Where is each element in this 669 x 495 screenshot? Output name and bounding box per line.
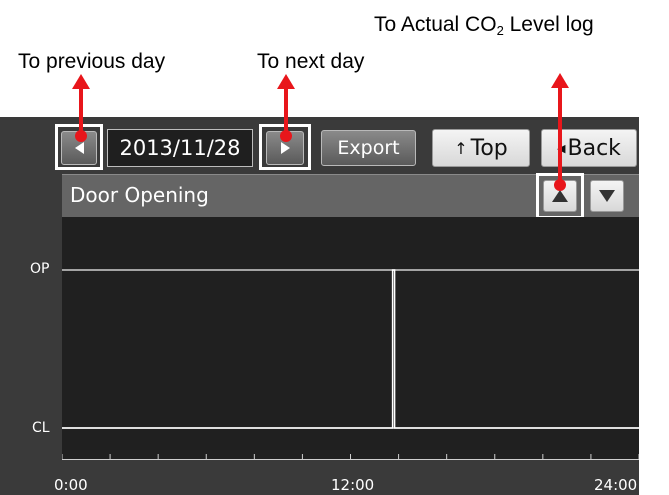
y-axis-gutter: [0, 174, 62, 495]
co2-subscript: 2: [496, 23, 504, 38]
y-tick-cl: CL: [32, 420, 50, 436]
previous-day-arrow: [72, 74, 90, 142]
triangle-down-icon: [599, 190, 615, 202]
x-tick-0: 0:00: [54, 476, 88, 494]
co2-log-callout-suffix: Level log: [503, 13, 594, 36]
top-button-label: Top: [470, 135, 508, 161]
panel-title: Door Opening: [70, 183, 209, 207]
back-button-label: Back: [567, 135, 621, 161]
co2-log-callout-text: To Actual CO: [374, 13, 497, 36]
x-tick-12: 12:00: [331, 476, 375, 494]
co2-log-callout: To Actual CO2 Level log: [374, 13, 594, 38]
co2-log-arrow: [551, 73, 569, 191]
y-tick-op: OP: [30, 261, 50, 277]
scroll-down-button[interactable]: [590, 180, 624, 212]
arrow-left-icon: [74, 142, 84, 154]
toolbar: 2013/11/28 Export ↑ Top ◀ Back: [0, 117, 639, 171]
previous-day-callout: To previous day: [18, 50, 166, 73]
next-day-callout: To next day: [257, 50, 365, 73]
door-opening-chart: [62, 269, 639, 460]
door-state-series-line: [62, 269, 639, 429]
panel-header: Door Opening: [62, 173, 639, 219]
arrow-right-icon: [280, 142, 290, 154]
next-day-arrow: [277, 74, 295, 142]
up-arrow-icon: ↑: [454, 138, 468, 158]
export-button[interactable]: Export: [321, 130, 416, 166]
device-screen: 2013/11/28 Export ↑ Top ◀ Back Door Open…: [0, 117, 639, 495]
x-tick-24: 24:00: [594, 476, 638, 494]
triangle-up-icon: [552, 190, 568, 202]
plot-area: [62, 217, 639, 460]
date-display: 2013/11/28: [107, 129, 253, 167]
back-button[interactable]: ◀ Back: [541, 129, 637, 167]
top-button[interactable]: ↑ Top: [432, 129, 530, 167]
